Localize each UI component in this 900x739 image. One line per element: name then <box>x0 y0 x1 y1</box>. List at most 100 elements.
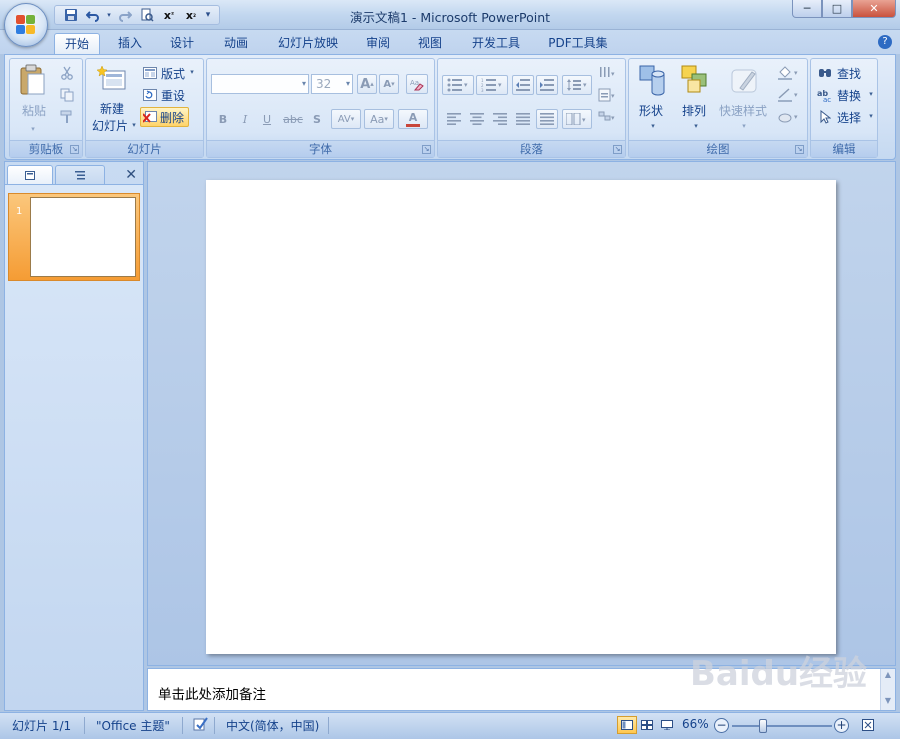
tab-slides-thumbnails[interactable] <box>7 165 53 185</box>
align-left-icon[interactable] <box>444 109 464 129</box>
line-spacing-icon[interactable]: ▾ <box>562 75 592 95</box>
replace-button[interactable]: 替换 <box>837 87 861 104</box>
shapes-icon[interactable] <box>637 63 669 97</box>
language-indicator[interactable]: 中文(简体，中国) <box>226 717 319 734</box>
spelling-check-icon[interactable] <box>192 716 210 735</box>
align-text-icon[interactable]: ▾ <box>596 85 620 105</box>
fit-to-window-icon[interactable] <box>858 716 878 734</box>
format-painter-icon[interactable] <box>58 107 76 127</box>
numbering-icon[interactable]: 1 2 3 ▾ <box>476 75 508 95</box>
strikethrough-button[interactable]: abc <box>281 109 305 129</box>
replace-dropdown-icon[interactable]: ▾ <box>867 86 875 102</box>
shapes-button[interactable]: 形状 <box>639 102 663 119</box>
office-button[interactable] <box>4 3 48 47</box>
tab-slideshow[interactable]: 幻灯片放映 <box>270 33 346 54</box>
scroll-up-icon[interactable]: ▲ <box>881 669 895 681</box>
scroll-down-icon[interactable]: ▼ <box>881 695 895 707</box>
shape-effects-icon[interactable]: ▾ <box>775 107 803 127</box>
new-slide-button[interactable]: 幻灯片 <box>92 117 128 134</box>
font-size-combo[interactable]: 32 ▾ <box>311 74 353 94</box>
minimize-button[interactable]: ─ <box>792 0 822 18</box>
font-size-dropdown-icon[interactable]: ▾ <box>346 75 350 93</box>
slide-thumbnail[interactable]: 1 <box>8 193 140 281</box>
columns-icon[interactable]: ▾ <box>562 109 592 129</box>
bullets-icon[interactable]: ▾ <box>442 75 474 95</box>
zoom-slider-track[interactable] <box>732 725 832 727</box>
cut-icon[interactable] <box>58 63 76 83</box>
paste-icon[interactable] <box>16 63 48 97</box>
zoom-slider-thumb[interactable] <box>759 719 768 733</box>
clear-formatting-icon[interactable]: Aa <box>406 74 428 94</box>
close-button[interactable]: ✕ <box>852 0 896 18</box>
quick-styles-icon[interactable] <box>729 63 761 97</box>
arrange-icon[interactable] <box>679 63 711 97</box>
zoom-out-icon[interactable]: − <box>714 718 729 733</box>
normal-view-icon[interactable] <box>617 716 637 734</box>
character-spacing-button[interactable]: AV ▾ <box>331 109 361 129</box>
replace-icon[interactable]: ab ac <box>817 85 833 105</box>
distributed-icon[interactable] <box>536 109 558 129</box>
help-icon[interactable]: ? <box>878 35 892 49</box>
tab-outline[interactable] <box>55 165 105 185</box>
find-button[interactable]: 查找 <box>837 65 861 82</box>
theme-name[interactable]: "Office 主题" <box>96 717 170 734</box>
smartart-icon[interactable]: ▾ <box>596 107 620 127</box>
maximize-button[interactable]: □ <box>822 0 852 18</box>
font-name-dropdown-icon[interactable]: ▾ <box>302 75 306 93</box>
increase-indent-icon[interactable] <box>536 75 558 95</box>
tab-animations[interactable]: 动画 <box>214 33 258 54</box>
new-slide-dropdown-icon[interactable]: ▾ <box>130 117 138 133</box>
arrange-dropdown-icon[interactable]: ▾ <box>692 119 700 133</box>
slideshow-view-icon[interactable] <box>657 716 677 734</box>
select-dropdown-icon[interactable]: ▾ <box>867 108 875 124</box>
delete-button[interactable]: 删除 <box>140 107 189 127</box>
shape-outline-icon[interactable]: ▾ <box>775 85 803 105</box>
justify-icon[interactable] <box>513 109 533 129</box>
shape-fill-icon[interactable]: ▾ <box>775 63 803 83</box>
new-slide-icon[interactable] <box>96 63 128 95</box>
tab-pdf-tools[interactable]: PDF工具集 <box>542 33 614 54</box>
text-shadow-button[interactable]: S <box>307 109 327 129</box>
drawing-dialog-launcher[interactable]: ↘ <box>795 145 804 154</box>
font-color-button[interactable]: A <box>398 109 428 129</box>
align-center-icon[interactable] <box>467 109 487 129</box>
reset-icon[interactable] <box>142 85 158 105</box>
paragraph-dialog-launcher[interactable]: ↘ <box>613 145 622 154</box>
new-slide-label-1[interactable]: 新建 <box>100 100 124 117</box>
font-dialog-launcher[interactable]: ↘ <box>422 145 431 154</box>
clipboard-dialog-launcher[interactable]: ↘ <box>70 145 79 154</box>
layout-icon[interactable] <box>142 63 158 83</box>
font-name-combo[interactable]: ▾ <box>211 74 309 94</box>
quick-styles-dropdown-icon[interactable]: ▾ <box>740 119 748 133</box>
close-pane-icon[interactable]: ✕ <box>125 168 137 182</box>
paste-dropdown-icon[interactable]: ▾ <box>28 119 38 139</box>
notes-scrollbar[interactable]: ▲ ▼ <box>880 669 895 710</box>
arrange-button[interactable]: 排列 <box>682 102 706 119</box>
text-direction-icon[interactable]: ▾ <box>596 63 620 83</box>
grow-font-button[interactable]: A ▴ <box>357 74 377 94</box>
zoom-in-icon[interactable]: + <box>834 718 849 733</box>
reset-button[interactable]: 重设 <box>161 87 185 104</box>
find-icon[interactable] <box>817 63 833 83</box>
layout-dropdown-icon[interactable]: ▾ <box>188 64 196 80</box>
quick-styles-button[interactable]: 快速样式 <box>719 102 767 119</box>
zoom-level[interactable]: 66% <box>682 717 709 731</box>
tab-review[interactable]: 审阅 <box>356 33 400 54</box>
align-right-icon[interactable] <box>490 109 510 129</box>
underline-button[interactable]: U <box>257 109 277 129</box>
select-button[interactable]: 选择 <box>837 109 861 126</box>
shrink-font-button[interactable]: A ▾ <box>379 74 399 94</box>
select-icon[interactable] <box>817 107 833 127</box>
shapes-dropdown-icon[interactable]: ▾ <box>649 119 657 133</box>
paste-button[interactable]: 粘贴 <box>22 102 46 119</box>
layout-button[interactable]: 版式 <box>161 65 185 82</box>
slide-canvas[interactable] <box>206 180 836 654</box>
tab-developer[interactable]: 开发工具 <box>464 33 528 54</box>
italic-button[interactable]: I <box>235 109 255 129</box>
bold-button[interactable]: B <box>213 109 233 129</box>
tab-view[interactable]: 视图 <box>408 33 452 54</box>
tab-insert[interactable]: 插入 <box>108 33 152 54</box>
decrease-indent-icon[interactable] <box>512 75 534 95</box>
slide-sorter-view-icon[interactable] <box>637 716 657 734</box>
change-case-button[interactable]: Aa ▾ <box>364 109 394 129</box>
